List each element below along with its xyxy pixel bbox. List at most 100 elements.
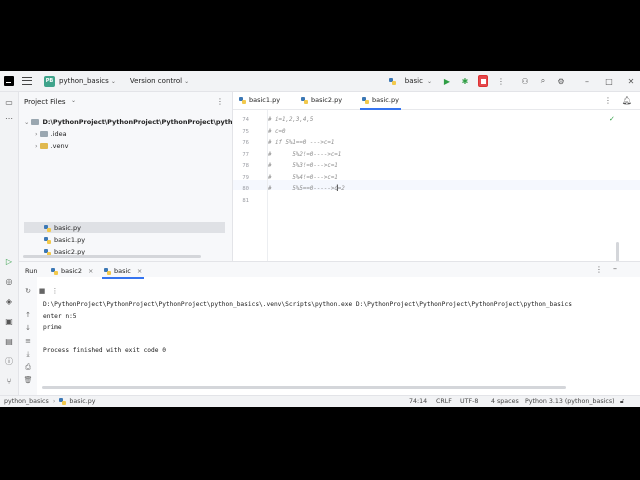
chevron-down-icon[interactable]: ⌄	[24, 118, 29, 126]
tab-label: basic2.py	[311, 96, 343, 104]
stop-icon[interactable]: ■	[38, 287, 46, 295]
python-file-icon	[51, 267, 58, 275]
terminal-icon[interactable]: ▤	[4, 336, 14, 346]
print-icon[interactable]: ⎙	[24, 363, 32, 371]
more-actions-icon[interactable]: ⋮	[496, 76, 506, 86]
run-tab-label: basic	[114, 267, 131, 275]
chevron-down-icon[interactable]: ⌄	[71, 97, 76, 104]
project-panel: Project Files ⌄ ⋮ ⌄ D:\PythonProject\Pyt…	[19, 92, 242, 261]
version-control-menu[interactable]: Version control	[130, 77, 182, 85]
scroll-down-icon[interactable]: ↓	[24, 324, 32, 332]
editor-tabs: basic1.py basic2.py basic.py ⋮ 🔔︎	[233, 92, 640, 110]
run-toolbar: ↻ ■ ⋮ ↑ ↓ ≡ ⤓ ⎙ 🗑︎	[19, 277, 59, 396]
left-tool-strip: ▭ ⋯ ▷ ◎ ◈ ▣ ▤ ⓘ ⑂	[0, 92, 19, 395]
more-tools-icon[interactable]: ⋯	[4, 113, 14, 123]
project-panel-title[interactable]: Project Files	[24, 98, 66, 106]
chevron-down-icon[interactable]: ⌄	[184, 78, 189, 85]
line-number: 81	[242, 198, 249, 204]
code-line[interactable]: # i=1,2,3,4,5	[268, 117, 313, 123]
chevron-right-icon: ›	[52, 398, 56, 405]
run-icon[interactable]: ▶	[442, 76, 452, 86]
line-ending[interactable]: CRLF	[436, 398, 452, 405]
code-line[interactable]: # c=0	[268, 129, 285, 135]
minimize-icon[interactable]: –	[582, 76, 592, 86]
search-icon[interactable]: ⌕	[538, 76, 548, 86]
console-line: Process finished with exit code 0	[43, 347, 166, 354]
breadcrumb-project[interactable]: python_basics	[4, 398, 49, 405]
tab-basic2-py[interactable]: basic2.py	[301, 96, 342, 104]
tree-item-basic1-py[interactable]: basic1.py	[44, 236, 85, 244]
python-console-icon[interactable]: ◎	[4, 276, 14, 286]
line-number: 78	[242, 163, 249, 169]
scroll-to-end-icon[interactable]: ⤓	[24, 350, 32, 358]
code-line[interactable]: # if 5%1==0 --->c=1	[268, 140, 334, 146]
breadcrumb: python_basics › basic.py	[4, 398, 95, 405]
console-line[interactable]: enter n:5	[43, 313, 77, 320]
project-horizontal-scrollbar[interactable]	[23, 255, 201, 258]
tree-item-label: .idea	[50, 130, 67, 138]
code-line[interactable]: # 5%5==0----->c=2	[268, 186, 345, 192]
debug-icon[interactable]: ✱	[460, 76, 470, 86]
breadcrumb-file[interactable]: basic.py	[69, 398, 95, 405]
close-icon[interactable]: ✕	[626, 76, 636, 86]
chevron-down-icon[interactable]: ⌄	[427, 78, 432, 85]
inspection-ok-icon[interactable]: ✓	[609, 115, 615, 123]
tab-basic1-py[interactable]: basic1.py	[239, 96, 280, 104]
caret-position[interactable]: 74:14	[409, 398, 427, 405]
status-bar: python_basics › basic.py 74:14 CRLF UTF-…	[0, 395, 640, 407]
python-packages-icon[interactable]: ◈	[4, 296, 14, 306]
run-tab-basic2[interactable]: basic2 ×	[51, 267, 93, 275]
stop-icon[interactable]	[478, 75, 488, 87]
services-icon[interactable]: ▣	[4, 316, 14, 326]
maximize-icon[interactable]: □	[604, 76, 614, 86]
run-tab-basic[interactable]: basic ×	[101, 267, 145, 279]
rerun-icon[interactable]: ↻	[24, 287, 32, 295]
tab-basic-py[interactable]: basic.py	[360, 96, 401, 110]
lock-icon[interactable]: 🔓︎	[620, 398, 624, 406]
line-number: 75	[242, 129, 249, 135]
indent-setting[interactable]: 4 spaces	[491, 398, 519, 405]
add-user-icon[interactable]: ⚇	[520, 76, 530, 86]
panel-options-icon[interactable]: ⋮	[215, 96, 225, 106]
run-panel: Run basic2 × basic × ⋮ – ↻ ■ ⋮ ↑ ↓ ≡ ⤓ ⎙…	[19, 261, 640, 396]
git-icon[interactable]: ⑂	[4, 376, 14, 386]
more-actions-icon[interactable]: ⋮	[51, 287, 59, 295]
main-menu-icon[interactable]	[22, 76, 32, 86]
project-folder-icon[interactable]: ▭	[4, 97, 14, 107]
hide-panel-icon[interactable]: –	[613, 264, 617, 273]
interpreter-select[interactable]: Python 3.13 (python_basics)	[525, 398, 615, 405]
scroll-up-icon[interactable]: ↑	[24, 311, 32, 319]
code-line[interactable]: # 5%2!=0---->c=1	[268, 152, 341, 158]
notifications-icon[interactable]: 🔔︎	[622, 95, 632, 105]
chevron-down-icon[interactable]: ⌄	[111, 78, 116, 85]
close-icon[interactable]: ×	[88, 267, 93, 275]
code-line[interactable]: # 5%4!=0--->c=1	[268, 175, 338, 181]
settings-gear-icon[interactable]: ⚙	[556, 76, 566, 86]
pycharm-logo-icon	[4, 76, 14, 86]
run-panel-header: Run basic2 × basic × ⋮ –	[19, 262, 640, 279]
run-tool-icon[interactable]: ▷	[4, 256, 14, 266]
file-encoding[interactable]: UTF-8	[460, 398, 478, 405]
run-panel-options-icon[interactable]: ⋮	[595, 265, 603, 274]
python-file-icon	[239, 96, 246, 104]
code-line[interactable]: # 5%3!=0--->c=1	[268, 163, 338, 169]
line-number: 74	[242, 117, 249, 123]
title-bar: PB python_basics ⌄ Version control ⌄ bas…	[0, 71, 640, 92]
tab-options-icon[interactable]: ⋮	[603, 95, 613, 105]
project-switcher[interactable]: python_basics	[59, 77, 109, 85]
run-configuration-select[interactable]: basic	[405, 77, 423, 85]
close-icon[interactable]: ×	[137, 267, 142, 275]
tree-item-basic-py[interactable]: basic.py	[44, 224, 81, 232]
tree-root[interactable]: ⌄ D:\PythonProject\PythonProject\PythonP…	[24, 118, 242, 126]
tree-item-venv[interactable]: › .venv	[35, 142, 69, 150]
chevron-right-icon[interactable]: ›	[35, 142, 38, 150]
line-number: 80	[242, 186, 249, 192]
console-horizontal-scrollbar[interactable]	[42, 386, 566, 389]
tab-label: basic1.py	[249, 96, 281, 104]
tree-item-idea[interactable]: › .idea	[35, 130, 67, 138]
clear-all-icon[interactable]: 🗑︎	[24, 376, 33, 384]
soft-wrap-icon[interactable]: ≡	[24, 337, 32, 345]
problems-icon[interactable]: ⓘ	[4, 356, 14, 366]
editor-vertical-scrollbar[interactable]	[616, 242, 619, 262]
chevron-right-icon[interactable]: ›	[35, 130, 38, 138]
